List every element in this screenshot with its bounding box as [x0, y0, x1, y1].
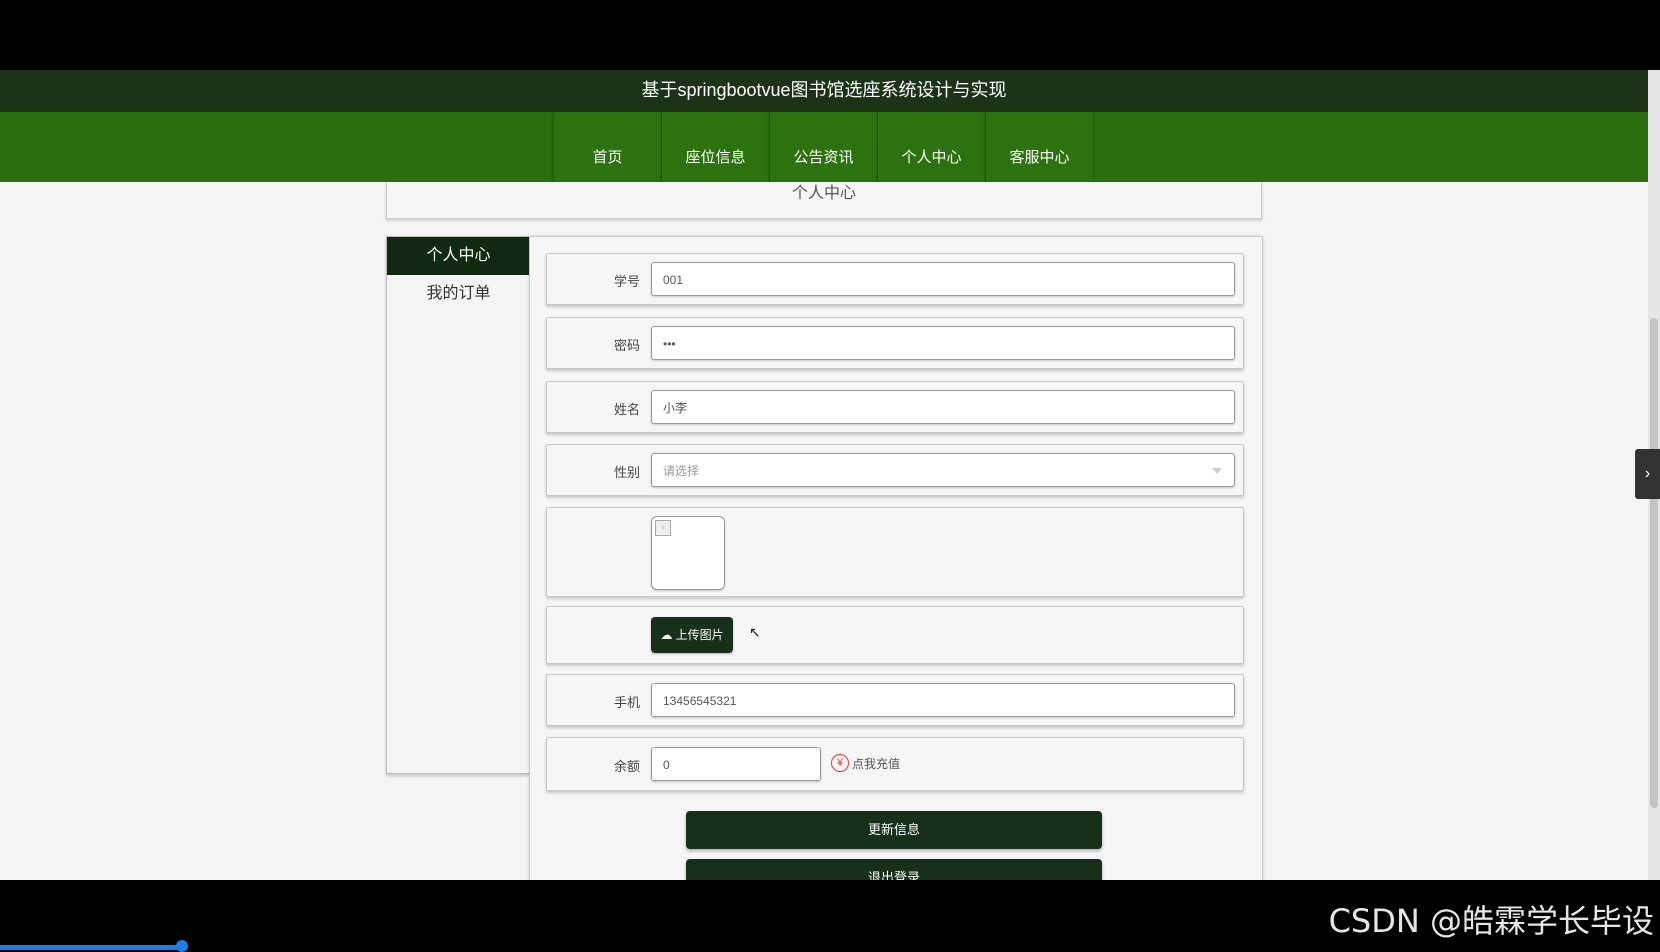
nav-item-seats[interactable]: 座位信息	[661, 112, 769, 184]
chevron-right-icon: ›	[1644, 465, 1651, 482]
broken-image-icon: ▫	[655, 520, 671, 536]
phone-label: 手机	[613, 695, 640, 710]
app-screen: 基于springbootvue图书馆选座系统设计与实现 首页 座位信息 公告资讯…	[0, 70, 1660, 880]
form-row-balance: 余额 0 ¥ 点我充值	[546, 737, 1244, 791]
gender-select[interactable]: 请选择	[651, 453, 1235, 487]
yen-icon: ¥	[831, 754, 849, 772]
form-row-password: 密码 •••	[546, 317, 1244, 369]
profile-form: 学号 001 密码 ••• 姓名 小李 性别 请选择 ▫ ☁ 上传图片 手机 1…	[529, 236, 1263, 880]
upload-button-label: 上传图片	[675, 628, 724, 642]
name-label: 姓名	[613, 402, 640, 417]
mouse-cursor-icon: ↖	[749, 624, 761, 640]
logout-button[interactable]: 退出登录	[686, 859, 1102, 880]
recharge-link[interactable]: ¥ 点我充值	[831, 754, 900, 772]
page-title: 个人中心	[386, 182, 1262, 219]
nav-item-profile[interactable]: 个人中心	[877, 112, 985, 184]
recharge-label: 点我充值	[852, 756, 901, 771]
balance-label: 余额	[613, 759, 640, 774]
form-row-gender: 性别 请选择	[546, 444, 1244, 496]
watermark: CSDN @皓霖学长毕设	[1328, 902, 1654, 940]
sidebar-item-profile[interactable]: 个人中心	[387, 237, 530, 275]
sidebar-item-orders[interactable]: 我的订单	[387, 275, 530, 313]
phone-input[interactable]: 13456545321	[651, 683, 1235, 717]
student-id-label: 学号	[613, 274, 640, 289]
scrollbar-thumb[interactable]	[1650, 318, 1658, 808]
student-id-input[interactable]: 001	[651, 262, 1235, 296]
upload-image-button[interactable]: ☁ 上传图片	[651, 617, 733, 653]
name-input[interactable]: 小李	[651, 390, 1235, 424]
balance-input[interactable]: 0	[651, 747, 821, 781]
gender-label: 性别	[613, 465, 640, 480]
main-nav: 首页 座位信息 公告资讯 个人中心 客服中心	[0, 112, 1648, 184]
expand-panel-button[interactable]: ›	[1635, 449, 1660, 499]
form-row-upload: ☁ 上传图片	[546, 606, 1244, 664]
video-progress-handle[interactable]	[176, 940, 188, 952]
chevron-down-icon	[1212, 468, 1222, 474]
update-info-button[interactable]: 更新信息	[686, 811, 1102, 849]
nav-item-news[interactable]: 公告资讯	[769, 112, 877, 184]
form-row-student-id: 学号 001	[546, 253, 1244, 305]
password-input[interactable]: •••	[651, 326, 1235, 360]
password-label: 密码	[613, 338, 640, 353]
avatar-preview[interactable]: ▫	[651, 516, 725, 590]
site-header: 基于springbootvue图书馆选座系统设计与实现	[0, 70, 1648, 112]
form-row-name: 姓名 小李	[546, 381, 1244, 433]
form-row-phone: 手机 13456545321	[546, 674, 1244, 726]
video-progress-bar[interactable]	[0, 945, 182, 950]
nav-item-home[interactable]: 首页	[553, 112, 661, 184]
nav-item-support[interactable]: 客服中心	[985, 112, 1093, 184]
cloud-upload-icon: ☁	[660, 628, 673, 642]
site-title: 基于springbootvue图书馆选座系统设计与实现	[641, 80, 1007, 100]
gender-select-placeholder: 请选择	[663, 464, 700, 478]
form-row-avatar: ▫	[546, 507, 1244, 597]
sidebar: 个人中心 我的订单	[386, 236, 531, 774]
